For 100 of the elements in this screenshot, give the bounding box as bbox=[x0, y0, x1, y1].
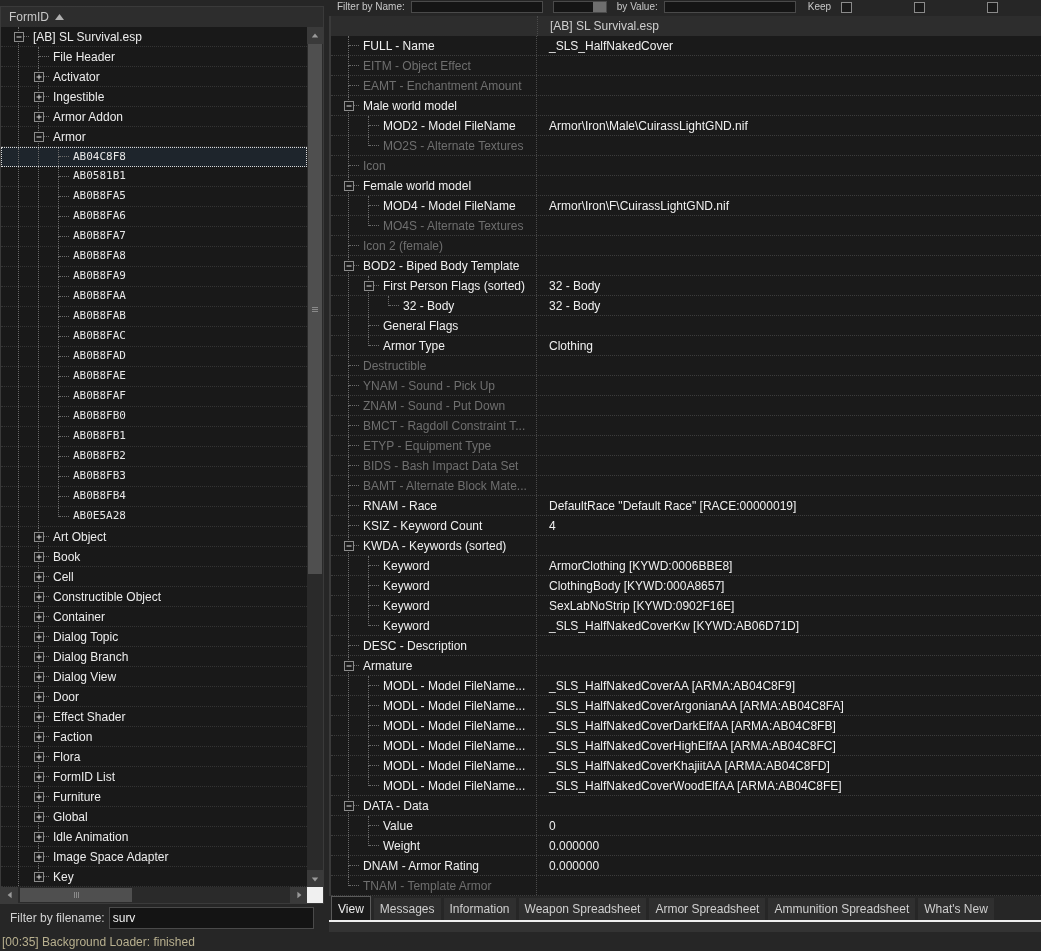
tree-item[interactable]: AB0B8FA9 bbox=[1, 267, 307, 287]
tree-item[interactable]: Constructible Object bbox=[1, 587, 307, 607]
plus-box-icon[interactable] bbox=[34, 692, 44, 702]
minus-box-icon[interactable] bbox=[344, 261, 354, 271]
tree-item[interactable]: AB04C8F8 bbox=[1, 147, 307, 167]
vertical-scrollbar[interactable] bbox=[307, 27, 323, 887]
tree-item[interactable]: Flora bbox=[1, 747, 307, 767]
scroll-right-button[interactable] bbox=[290, 887, 307, 903]
plus-box-icon[interactable] bbox=[34, 752, 44, 762]
checkbox[interactable] bbox=[987, 1, 999, 13]
tree-item[interactable]: Image Space Adapter bbox=[1, 847, 307, 867]
tree-item[interactable]: Faction bbox=[1, 727, 307, 747]
tree-item[interactable]: Dialog Topic bbox=[1, 627, 307, 647]
plus-box-icon[interactable] bbox=[34, 812, 44, 822]
scroll-thumb[interactable] bbox=[308, 44, 322, 574]
minus-box-icon[interactable] bbox=[344, 801, 354, 811]
value-filter-field[interactable] bbox=[663, 1, 796, 13]
minus-box-icon[interactable] bbox=[344, 181, 354, 191]
plus-box-icon[interactable] bbox=[34, 112, 44, 122]
tree-item[interactable]: AB0B8FB1 bbox=[1, 427, 307, 447]
tree-item[interactable]: Effect Shader bbox=[1, 707, 307, 727]
plus-box-icon[interactable] bbox=[34, 592, 44, 602]
tab[interactable]: What's New bbox=[918, 898, 994, 920]
name-filter-field[interactable] bbox=[410, 1, 543, 13]
plus-box-icon[interactable] bbox=[34, 652, 44, 662]
tab[interactable]: Armor Spreadsheet bbox=[649, 898, 766, 920]
number-spin-field[interactable] bbox=[552, 1, 607, 13]
plus-box-icon[interactable] bbox=[34, 732, 44, 742]
column-header[interactable]: [AB] SL Survival.esp bbox=[537, 16, 1041, 36]
tree-item[interactable]: Dialog View bbox=[1, 667, 307, 687]
tree-item[interactable]: Ingestible bbox=[1, 87, 307, 107]
tree-item[interactable]: Container bbox=[1, 607, 307, 627]
tree-item[interactable]: AB0B8FAD bbox=[1, 347, 307, 367]
plus-box-icon[interactable] bbox=[34, 712, 44, 722]
tree-item[interactable]: AB0B8FA5 bbox=[1, 187, 307, 207]
horizontal-scrollbar[interactable] bbox=[1, 887, 307, 903]
plus-box-icon[interactable] bbox=[34, 852, 44, 862]
tree-item[interactable]: [AB] SL Survival.esp bbox=[1, 27, 307, 47]
tree-item[interactable]: Furniture bbox=[1, 787, 307, 807]
field-value: _SLS_HalfNakedCoverArgonianAA [ARMA:AB04C8FA] bbox=[549, 697, 844, 715]
minus-box-icon[interactable] bbox=[34, 132, 44, 142]
plus-box-icon[interactable] bbox=[34, 92, 44, 102]
tree-item[interactable]: FormID List bbox=[1, 767, 307, 787]
filename-filter-field[interactable]: surv bbox=[108, 907, 314, 929]
plus-box-icon[interactable] bbox=[34, 772, 44, 782]
tab[interactable]: View bbox=[331, 896, 371, 920]
tree-item[interactable]: AB0B8FA6 bbox=[1, 207, 307, 227]
tree-item[interactable]: AB0B8FAC bbox=[1, 327, 307, 347]
tree-item[interactable]: Book bbox=[1, 547, 307, 567]
tree-item[interactable]: AB0B8FB0 bbox=[1, 407, 307, 427]
tree-item[interactable]: AB0B8FA7 bbox=[1, 227, 307, 247]
caret-down-icon bbox=[311, 874, 319, 883]
tree-item[interactable]: AB0B8FA8 bbox=[1, 247, 307, 267]
tree-item[interactable]: Idle Animation bbox=[1, 827, 307, 847]
scroll-down-button[interactable] bbox=[307, 870, 323, 887]
minus-box-icon[interactable] bbox=[344, 661, 354, 671]
plus-box-icon[interactable] bbox=[34, 612, 44, 622]
scroll-up-button[interactable] bbox=[307, 27, 323, 44]
scroll-thumb[interactable] bbox=[20, 888, 132, 902]
tree-item[interactable]: AB0B8FAE bbox=[1, 367, 307, 387]
tree-item[interactable]: Dialog Branch bbox=[1, 647, 307, 667]
tab[interactable]: Information bbox=[443, 898, 516, 920]
tab[interactable]: Weapon Spreadsheet bbox=[518, 898, 647, 920]
plus-box-icon[interactable] bbox=[34, 532, 44, 542]
plus-box-icon[interactable] bbox=[34, 552, 44, 562]
tree-item[interactable]: AB0B8FAF bbox=[1, 387, 307, 407]
plus-box-icon[interactable] bbox=[34, 832, 44, 842]
tree-item[interactable]: Global bbox=[1, 807, 307, 827]
plus-box-icon[interactable] bbox=[34, 872, 44, 882]
tree-item[interactable]: Activator bbox=[1, 67, 307, 87]
minus-box-icon[interactable] bbox=[14, 32, 24, 42]
minus-box-icon[interactable] bbox=[364, 281, 374, 291]
tree-item[interactable]: Cell bbox=[1, 567, 307, 587]
tree-item[interactable]: AB0B8FB2 bbox=[1, 447, 307, 467]
tree-item[interactable]: AB0581B1 bbox=[1, 167, 307, 187]
checkbox[interactable] bbox=[914, 1, 926, 13]
spin-button[interactable] bbox=[592, 2, 606, 12]
field-label: Female world model bbox=[363, 177, 472, 195]
tree-item[interactable]: AB0B8FAA bbox=[1, 287, 307, 307]
column-header[interactable]: FormID bbox=[1, 7, 323, 27]
tab[interactable]: Ammunition Spreadsheet bbox=[768, 898, 916, 920]
scroll-left-button[interactable] bbox=[1, 887, 18, 903]
field-label: Filter by filename: bbox=[10, 910, 105, 927]
field-label: KSIZ - Keyword Count bbox=[363, 517, 483, 535]
plus-box-icon[interactable] bbox=[34, 672, 44, 682]
plus-box-icon[interactable] bbox=[34, 572, 44, 582]
tree-item[interactable]: Art Object bbox=[1, 527, 307, 547]
plus-box-icon[interactable] bbox=[34, 632, 44, 642]
minus-box-icon[interactable] bbox=[344, 101, 354, 111]
minus-box-icon[interactable] bbox=[344, 541, 354, 551]
checkbox[interactable] bbox=[841, 1, 853, 13]
field-value: 32 - Body bbox=[549, 277, 601, 295]
plus-box-icon[interactable] bbox=[34, 72, 44, 82]
tree-item[interactable]: AB0B8FB3 bbox=[1, 467, 307, 487]
tab[interactable]: Messages bbox=[373, 898, 441, 920]
tree-item[interactable]: AB0B8FAB bbox=[1, 307, 307, 327]
plus-box-icon[interactable] bbox=[34, 792, 44, 802]
tree-item[interactable]: Armor Addon bbox=[1, 107, 307, 127]
tree-item[interactable]: AB0B8FB4 bbox=[1, 487, 307, 507]
tree-item[interactable]: Door bbox=[1, 687, 307, 707]
